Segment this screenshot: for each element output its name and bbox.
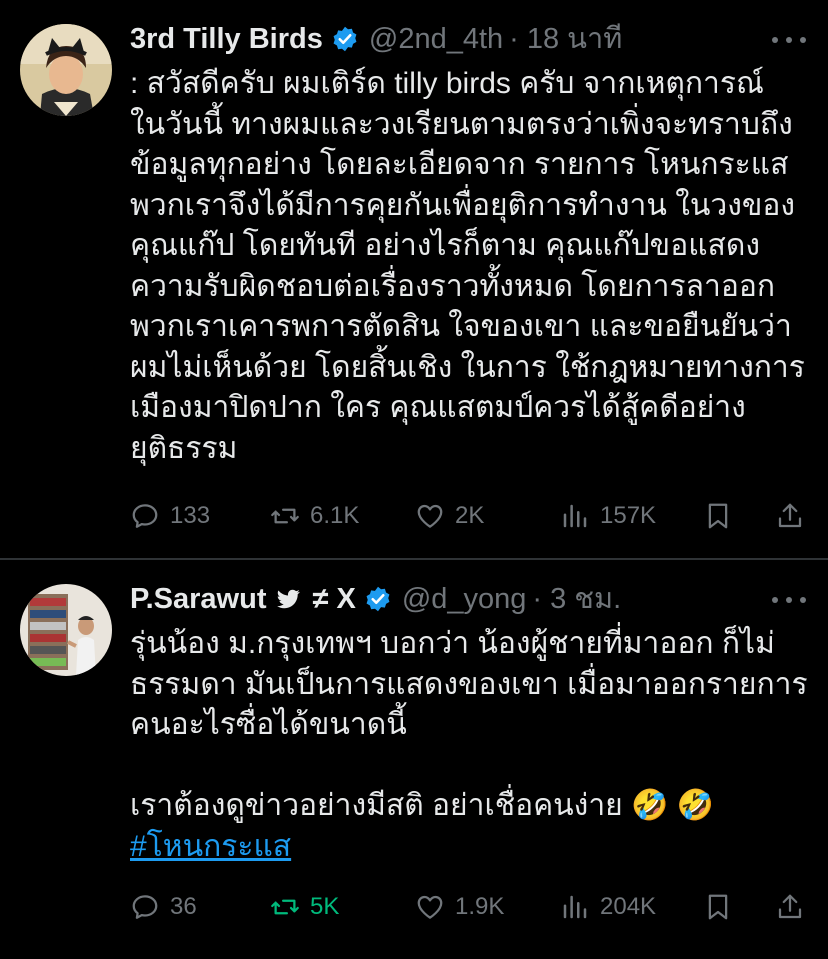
views-icon [563, 504, 587, 528]
name-suffix: ≠ X [312, 583, 356, 615]
reply-count: 36 [170, 893, 197, 920]
tweet-body: รุ่นน้อง ม.กรุงเทพฯ บอกว่า น้องผู้ชายที่… [130, 627, 808, 822]
handle[interactable]: @d_yong [402, 581, 527, 617]
reply-icon [132, 895, 158, 919]
bookmark-button[interactable] [703, 496, 743, 536]
tweet-header: P.Sarawut ≠ X @d_yong · 3 ชม. [130, 581, 621, 617]
share-button[interactable] [775, 887, 815, 927]
repost-button[interactable]: 6.1K [270, 496, 359, 536]
hashtag-link[interactable]: #โหนกระแส [130, 830, 291, 863]
avatar-image [20, 24, 112, 116]
share-button[interactable] [775, 496, 815, 536]
avatar[interactable] [20, 24, 112, 116]
tweet-header: 3rd Tilly Birds @2nd_4th · 18 นาที [130, 21, 622, 57]
bookmark-icon [708, 503, 728, 529]
heart-icon [417, 895, 443, 919]
reply-icon [132, 504, 158, 528]
avatar[interactable] [20, 584, 112, 676]
repost-count: 6.1K [310, 502, 360, 529]
like-count: 2K [455, 502, 485, 529]
bird-icon [277, 589, 301, 609]
reply-button[interactable]: 36 [130, 887, 197, 927]
reply-button[interactable]: 133 [130, 496, 210, 536]
bookmark-icon [708, 894, 728, 920]
like-button[interactable]: 1.9K [415, 887, 504, 927]
views-count: 157K [600, 502, 657, 529]
bookmark-button[interactable] [703, 887, 743, 927]
avatar-image [20, 584, 112, 676]
handle[interactable]: @2nd_4th [369, 21, 503, 57]
repost-icon [271, 899, 299, 915]
views-icon [563, 895, 587, 919]
repost-button[interactable]: 5K [270, 887, 339, 927]
tweet[interactable]: 3rd Tilly Birds @2nd_4th · 18 นาที : สวั… [0, 0, 828, 558]
action-bar: 133 6.1K 2K 157K [130, 496, 810, 536]
display-name[interactable]: P.Sarawut [130, 581, 266, 617]
heart-icon [417, 504, 443, 528]
reply-count: 133 [170, 502, 211, 529]
repost-count: 5K [310, 893, 340, 920]
timestamp[interactable]: · 3 ชม. [532, 581, 621, 617]
views-button[interactable]: 204K [560, 887, 656, 927]
like-button[interactable]: 2K [415, 496, 484, 536]
views-button[interactable]: 157K [560, 496, 656, 536]
verified-badge-icon [366, 586, 390, 612]
more-options-icon[interactable] [772, 590, 806, 610]
tweet[interactable]: P.Sarawut ≠ X @d_yong · 3 ชม. รุ่นน้อง ม… [0, 560, 828, 959]
share-icon [778, 894, 802, 919]
more-options-icon[interactable] [772, 30, 806, 50]
share-icon [778, 503, 802, 528]
views-count: 204K [600, 893, 657, 920]
verified-badge-icon [333, 26, 357, 52]
action-bar: 36 5K 1.9K 204K [130, 887, 810, 927]
display-name[interactable]: 3rd Tilly Birds [130, 21, 323, 57]
like-count: 1.9K [455, 893, 505, 920]
tweet-text: รุ่นน้อง ม.กรุงเทพฯ บอกว่า น้องผู้ชายที่… [130, 624, 810, 867]
tweet-text: : สวัสดีครับ ผมเติร์ด tilly birds ครับ จ… [130, 67, 805, 465]
repost-icon [271, 508, 299, 524]
timestamp[interactable]: · 18 นาที [509, 21, 622, 57]
